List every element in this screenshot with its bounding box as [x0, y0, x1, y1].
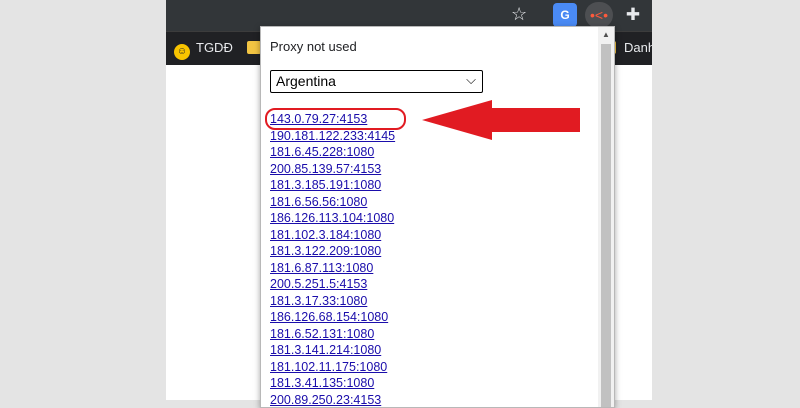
folder-icon[interactable]	[247, 41, 261, 54]
proxy-status: Proxy not used	[270, 39, 357, 54]
red-arrow-shape	[422, 100, 580, 140]
proxy-list-item: 200.5.251.5:4153	[270, 276, 395, 293]
proxy-extension-icon[interactable]: •<•	[585, 2, 613, 28]
proxy-list-item: 181.3.185.191:1080	[270, 177, 395, 194]
bookmark-tgdd[interactable]: ☺ TGDĐ	[174, 40, 233, 60]
proxy-link[interactable]: 181.102.3.184:1080	[270, 228, 381, 242]
popup-scrollbar[interactable]: ▲	[598, 27, 614, 407]
proxy-list-item: 181.3.122.209:1080	[270, 243, 395, 260]
proxy-list-item: 181.3.141.214:1080	[270, 342, 395, 359]
proxy-list-item: 181.6.56.56:1080	[270, 194, 395, 211]
proxy-list-item: 181.6.45.228:1080	[270, 144, 395, 161]
proxy-link[interactable]: 181.3.122.209:1080	[270, 244, 381, 258]
proxy-link[interactable]: 186.126.113.104:1080	[270, 211, 394, 225]
proxy-list-item: 181.3.41.135:1080	[270, 375, 395, 392]
proxy-link[interactable]: 181.6.87.113:1080	[270, 261, 373, 275]
proxy-link[interactable]: 186.126.68.154:1080	[270, 310, 388, 324]
proxy-link[interactable]: 181.6.52.131:1080	[270, 327, 374, 341]
bookmark-tgdd-label: TGDĐ	[196, 40, 233, 55]
proxy-list: 143.0.79.27:4153190.181.122.233:4145181.…	[270, 111, 395, 408]
proxy-list-item: 200.85.139.57:4153	[270, 161, 395, 178]
star-icon[interactable]: ☆	[511, 4, 527, 25]
proxy-list-item: 186.126.68.154:1080	[270, 309, 395, 326]
scrollbar-thumb[interactable]	[601, 44, 611, 407]
proxy-popup: Proxy not used Argentina ⌵ 143.0.79.27:4…	[260, 26, 615, 408]
proxy-link[interactable]: 181.102.11.175:1080	[270, 360, 387, 374]
proxy-link[interactable]: 200.5.251.5:4153	[270, 277, 367, 291]
proxy-list-item: 181.102.11.175:1080	[270, 359, 395, 376]
red-arrow-icon	[422, 100, 582, 160]
country-select-value: Argentina	[276, 73, 336, 89]
proxy-link[interactable]: 181.3.141.214:1080	[270, 343, 381, 357]
highlight-ellipse	[265, 108, 406, 130]
puzzle-icon[interactable]: ✚	[621, 3, 645, 27]
proxy-link[interactable]: 190.181.122.233:4145	[270, 129, 395, 143]
scroll-up-arrow-icon[interactable]: ▲	[602, 30, 610, 39]
proxy-list-item: 181.6.52.131:1080	[270, 326, 395, 343]
chevron-down-icon: ⌵	[466, 72, 476, 88]
proxy-link[interactable]: 181.3.17.33:1080	[270, 294, 367, 308]
country-select[interactable]: Argentina ⌵	[270, 70, 483, 93]
translate-icon[interactable]: G	[553, 3, 577, 27]
proxy-list-item: 181.3.17.33:1080	[270, 293, 395, 310]
proxy-link[interactable]: 181.6.56.56:1080	[270, 195, 367, 209]
tgdd-logo-icon: ☺	[174, 44, 190, 60]
proxy-link[interactable]: 181.3.185.191:1080	[270, 178, 381, 192]
proxy-link[interactable]: 181.6.45.228:1080	[270, 145, 374, 159]
proxy-list-item: 186.126.113.104:1080	[270, 210, 395, 227]
proxy-list-item: 181.102.3.184:1080	[270, 227, 395, 244]
bookmark-danh[interactable]: Danh	[624, 40, 652, 55]
proxy-list-item: 181.6.87.113:1080	[270, 260, 395, 277]
proxy-link[interactable]: 200.85.139.57:4153	[270, 162, 381, 176]
proxy-link[interactable]: 181.3.41.135:1080	[270, 376, 374, 390]
